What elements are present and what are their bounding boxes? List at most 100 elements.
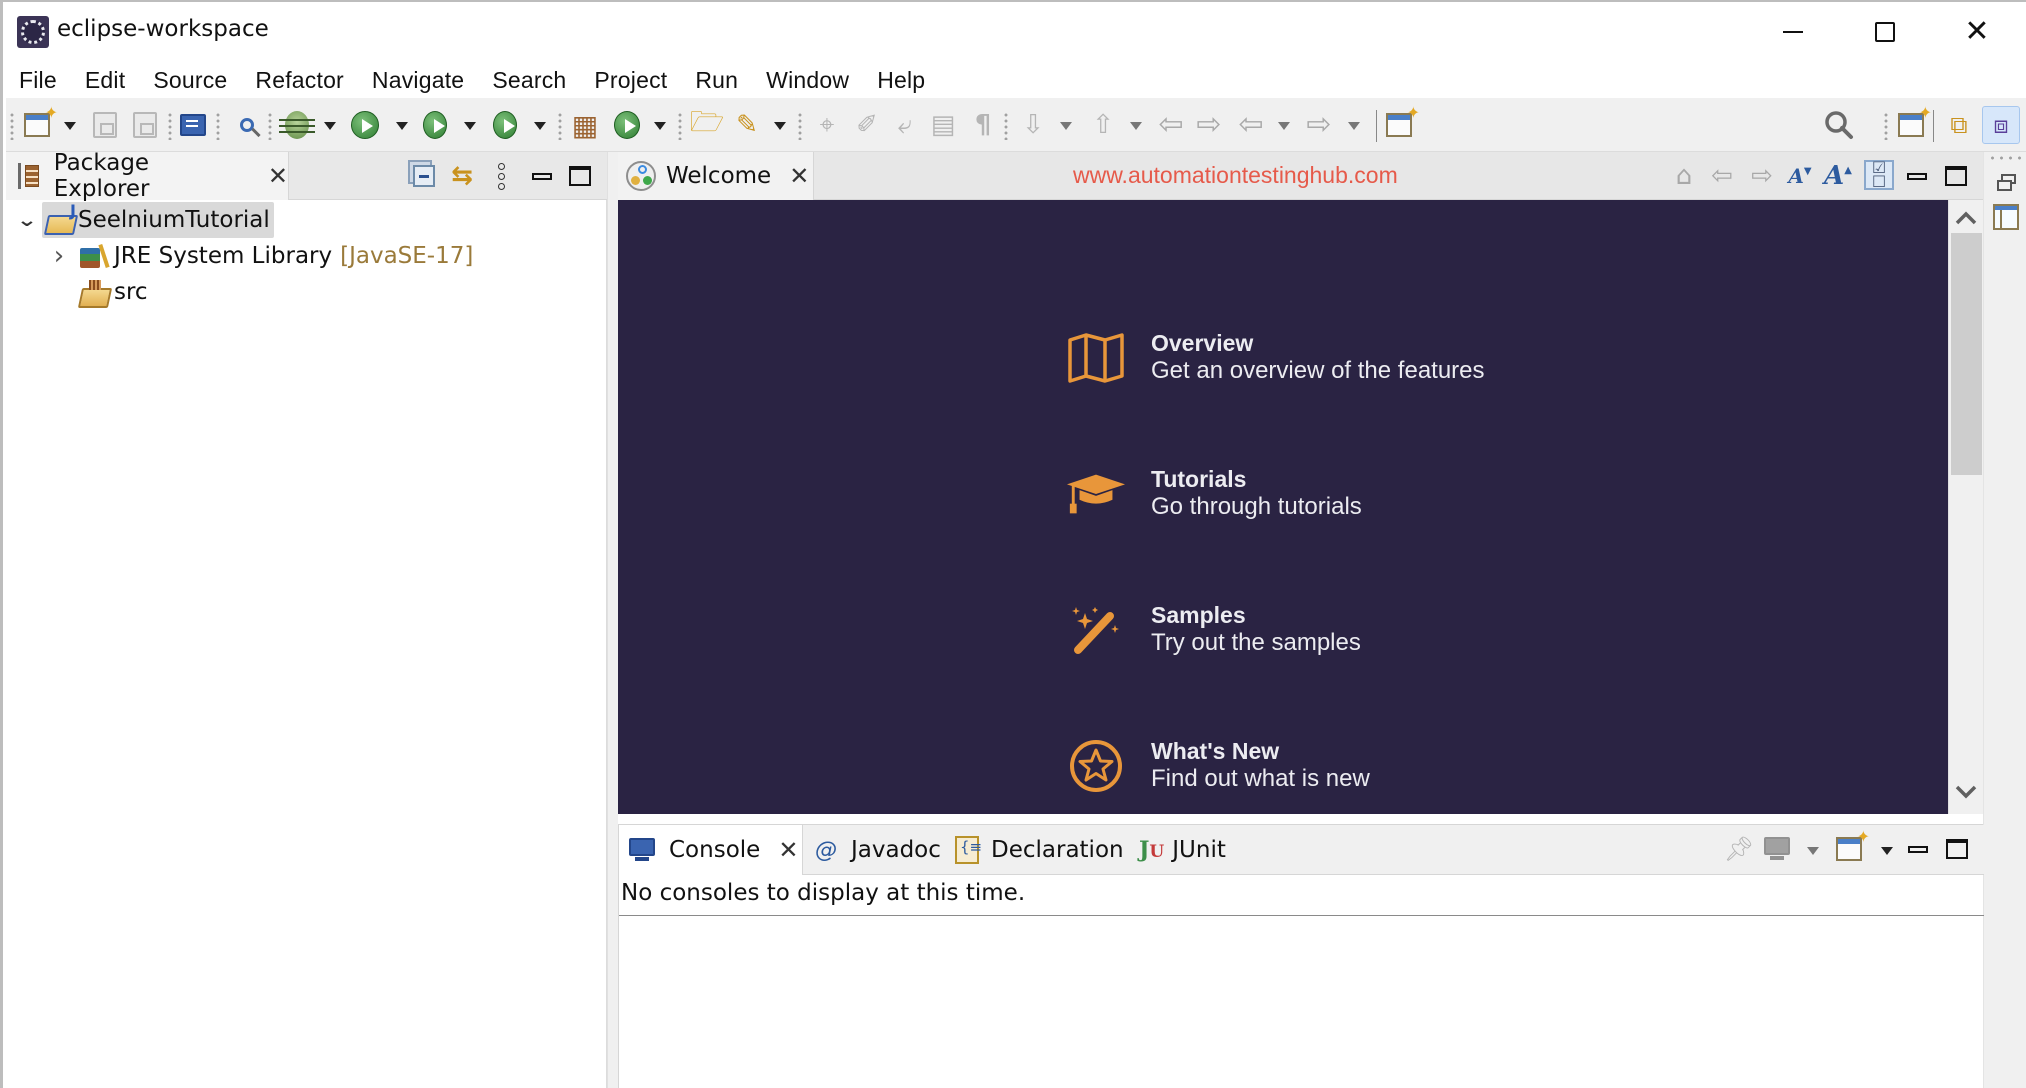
menu-file[interactable]: File [19, 67, 57, 94]
collapse-chevron-icon[interactable]: › [48, 241, 70, 271]
word-wrap-button[interactable]: ⤶ [890, 110, 920, 140]
customize-page-button[interactable]: ☑ ☐ [1864, 160, 1894, 190]
new-java-package-button[interactable]: ▦ [570, 109, 600, 142]
menu-search[interactable]: Search [492, 67, 566, 94]
show-view-button[interactable] [1993, 204, 2019, 230]
open-type-button[interactable]: 🗁 [690, 105, 725, 140]
pin-console-button[interactable]: 📌︎ [1724, 835, 1754, 863]
last-edit-back-button[interactable]: ⇦ [1156, 110, 1186, 140]
forward-button[interactable]: ⇨ [1304, 110, 1334, 140]
tab-package-explorer[interactable]: Package Explorer ✕ [6, 150, 289, 202]
minimize-editor-button[interactable] [1903, 162, 1931, 190]
menu-refactor[interactable]: Refactor [255, 67, 344, 94]
open-console-dropdown[interactable] [1881, 847, 1893, 855]
maximize-editor-button[interactable] [1942, 162, 1970, 190]
welcome-scrollbar[interactable] [1948, 200, 1983, 814]
close-tab-icon[interactable]: ✕ [789, 164, 809, 188]
menu-edit[interactable]: Edit [85, 67, 125, 94]
back-dropdown[interactable] [1278, 122, 1290, 130]
close-button[interactable]: ✕ [1947, 10, 2007, 54]
skip-breakpoints-button[interactable] [232, 110, 262, 140]
show-whitespace-button[interactable]: ¶ [968, 110, 998, 140]
menu-project[interactable]: Project [594, 67, 667, 94]
decrease-font-button[interactable]: A ▼ [1786, 162, 1814, 190]
tree-item-src[interactable]: src [78, 274, 152, 310]
trim-drag-handle[interactable] [1988, 155, 2024, 161]
maximize-button[interactable] [1855, 10, 1915, 54]
new-wizard-button[interactable] [22, 103, 58, 140]
open-perspective-button[interactable] [1896, 103, 1932, 140]
tree-item-jre-library[interactable]: › JRE System Library [JavaSE-17] [48, 238, 477, 274]
new-wizard-dropdown[interactable] [64, 122, 76, 130]
scroll-down-icon[interactable] [1954, 784, 1978, 804]
maximize-console-button[interactable] [1943, 835, 1971, 863]
menu-navigate[interactable]: Navigate [372, 67, 464, 94]
open-task-dropdown[interactable] [774, 122, 786, 130]
tab-declaration[interactable]: {≡ Declaration [955, 825, 1124, 875]
java-ee-perspective-button[interactable]: ⧉ [1944, 110, 1974, 140]
restore-button[interactable] [1994, 170, 2020, 196]
collapse-all-button[interactable] [410, 162, 438, 190]
coverage-button[interactable] [420, 110, 450, 140]
coverage-dropdown[interactable] [464, 122, 476, 130]
tab-console[interactable]: Console ✕ [619, 825, 803, 875]
next-annotation-button[interactable]: ⇩ [1018, 110, 1048, 140]
welcome-item-tutorials[interactable]: Tutorials Go through tutorials [1066, 466, 1362, 522]
welcome-item-samples[interactable]: Samples Try out the samples [1066, 602, 1361, 658]
tab-junit[interactable]: JU JUnit [1139, 825, 1226, 875]
toggle-edit-button[interactable]: ✐ [852, 110, 882, 140]
debug-dropdown[interactable] [324, 122, 336, 130]
mark-occurrences-button[interactable]: ⌖ [812, 110, 842, 140]
scroll-up-icon[interactable] [1954, 210, 1978, 230]
java-perspective-button[interactable]: ⧈ [1982, 106, 2020, 144]
forward-dropdown[interactable] [1348, 122, 1360, 130]
close-tab-icon[interactable]: ✕ [778, 838, 798, 862]
external-tools-dropdown[interactable] [534, 122, 546, 130]
open-console-button[interactable] [1835, 827, 1870, 863]
menu-window[interactable]: Window [766, 67, 849, 94]
welcome-item-overview[interactable]: Overview Get an overview of the features [1066, 330, 1485, 386]
previous-annotation-dropdown[interactable] [1130, 122, 1142, 130]
minimize-view-button[interactable] [528, 162, 556, 190]
new-java-class-button[interactable] [612, 110, 642, 140]
run-dropdown[interactable] [396, 122, 408, 130]
menu-source[interactable]: Source [153, 67, 227, 94]
open-task-button[interactable]: ✎ [732, 110, 762, 140]
welcome-item-title: Samples [1151, 602, 1246, 628]
welcome-back-button[interactable]: ⇦ [1708, 162, 1736, 190]
menu-run[interactable]: Run [695, 67, 738, 94]
tab-javadoc[interactable]: @ Javadoc [815, 825, 941, 875]
save-all-button[interactable] [130, 110, 160, 140]
run-button[interactable] [350, 110, 380, 140]
display-console-button[interactable] [1763, 835, 1791, 863]
block-selection-button[interactable]: ▤ [928, 110, 958, 140]
menu-help[interactable]: Help [877, 67, 925, 94]
scroll-thumb[interactable] [1951, 233, 1982, 475]
next-annotation-dropdown[interactable] [1060, 122, 1072, 130]
back-button[interactable]: ⇦ [1236, 110, 1266, 140]
close-tab-icon[interactable]: ✕ [268, 164, 288, 188]
tab-welcome[interactable]: Welcome ✕ [618, 152, 814, 200]
view-menu-button[interactable] [487, 162, 515, 190]
display-console-dropdown[interactable] [1807, 847, 1819, 855]
home-button[interactable]: ⌂ [1670, 162, 1698, 190]
new-class-dropdown[interactable] [654, 122, 666, 130]
tree-item-project[interactable]: ⌄ SeelniumTutorial [16, 201, 274, 238]
external-tools-button[interactable] [490, 110, 520, 140]
save-button[interactable] [90, 110, 120, 140]
debug-button[interactable] [279, 110, 315, 140]
minimize-console-button[interactable] [1904, 835, 1932, 863]
last-edit-forward-button[interactable]: ⇨ [1194, 110, 1224, 140]
welcome-item-whats-new[interactable]: What's New Find out what is new [1066, 738, 1370, 794]
expand-chevron-icon[interactable]: ⌄ [12, 210, 43, 231]
search-button[interactable] [1824, 110, 1854, 140]
maximize-view-button[interactable] [566, 162, 594, 190]
link-with-editor-button[interactable]: ⇆ [448, 162, 476, 190]
open-console-button[interactable] [178, 110, 208, 140]
panel-sash[interactable] [607, 152, 618, 1088]
increase-font-button[interactable]: A ▲ [1824, 161, 1852, 191]
pin-editor-button[interactable] [1384, 103, 1420, 140]
previous-annotation-button[interactable]: ⇧ [1088, 110, 1118, 140]
welcome-forward-button[interactable]: ⇨ [1748, 162, 1776, 190]
minimize-button[interactable] [1763, 10, 1823, 54]
